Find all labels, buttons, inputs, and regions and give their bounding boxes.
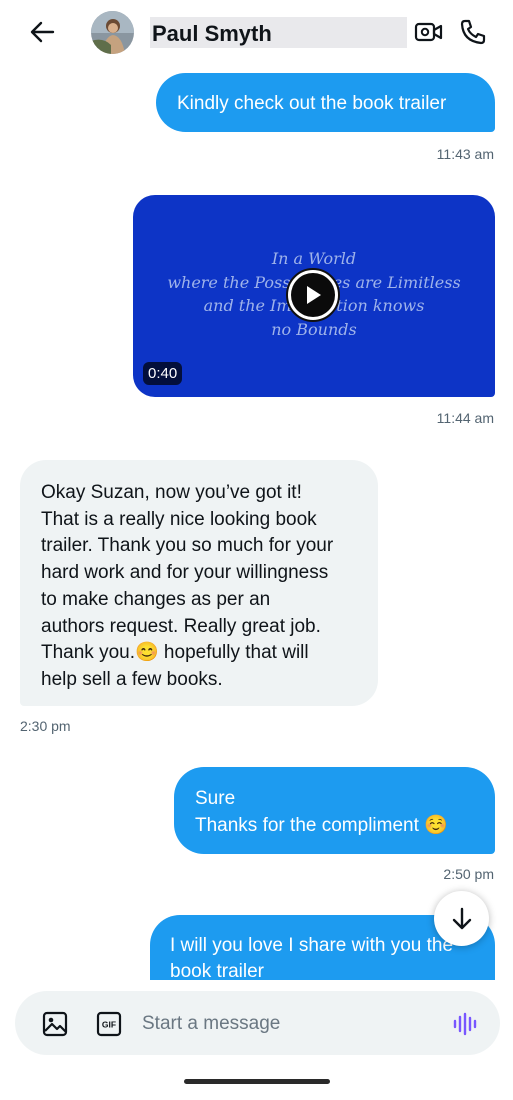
voice-message-button[interactable] bbox=[450, 1009, 480, 1039]
message-timestamp: 2:50 pm bbox=[443, 866, 494, 882]
message-timestamp: 2:30 pm bbox=[20, 718, 71, 734]
message-text: Kindly check out the book trailer bbox=[177, 93, 447, 114]
voice-waveform-icon bbox=[453, 1012, 477, 1036]
overlay-line: In a World bbox=[271, 249, 357, 268]
message-line: to make changes as per an bbox=[41, 588, 271, 610]
gif-label: GIF bbox=[102, 1020, 116, 1030]
avatar[interactable] bbox=[91, 11, 134, 54]
message-line: Thanks for the compliment ☺️ bbox=[195, 815, 448, 836]
message-line: I will you love I share with you the bbox=[170, 935, 454, 956]
chat-header: Paul Smyth bbox=[0, 0, 513, 66]
message-timestamp: 11:43 am bbox=[436, 146, 494, 162]
message-line: Sure bbox=[195, 788, 236, 809]
scroll-to-bottom-button[interactable] bbox=[434, 891, 489, 946]
back-button[interactable] bbox=[24, 14, 60, 50]
outgoing-message[interactable]: Sure Thanks for the compliment ☺️ bbox=[174, 767, 495, 854]
phone-call-button[interactable] bbox=[456, 14, 490, 50]
message-input[interactable] bbox=[142, 1012, 422, 1036]
arrow-left-icon bbox=[30, 21, 55, 43]
message-composer: GIF bbox=[15, 991, 500, 1055]
message-line: book trailer bbox=[170, 961, 264, 980]
arrow-down-icon bbox=[452, 907, 471, 929]
video-call-button[interactable] bbox=[412, 14, 446, 50]
message-line: trailer. Thank you so much for your bbox=[41, 535, 334, 557]
gif-icon: GIF bbox=[96, 1011, 122, 1037]
video-duration: 0:40 bbox=[143, 362, 183, 385]
home-indicator[interactable] bbox=[184, 1079, 330, 1084]
message-line: help sell a few books. bbox=[41, 668, 223, 690]
outgoing-message[interactable]: Kindly check out the book trailer bbox=[156, 73, 495, 132]
media-button[interactable] bbox=[41, 1010, 69, 1038]
play-button[interactable] bbox=[286, 268, 340, 322]
message-line: Okay Suzan, now you’ve got it! bbox=[41, 482, 302, 503]
gif-button[interactable]: GIF bbox=[96, 1011, 122, 1037]
image-icon bbox=[42, 1011, 68, 1037]
contact-name: Paul Smyth bbox=[152, 21, 272, 46]
video-call-icon bbox=[414, 22, 443, 42]
message-timestamp: 11:44 am bbox=[436, 410, 494, 426]
play-icon bbox=[307, 286, 321, 304]
message-line: hard work and for your willingness bbox=[41, 562, 329, 584]
message-line: Thank you.😊 hopefully that will bbox=[41, 642, 309, 664]
video-attachment[interactable]: In a World where the Possibilities are L… bbox=[133, 195, 495, 397]
incoming-message[interactable]: Okay Suzan, now you’ve got it! That is a… bbox=[20, 460, 378, 706]
contact-name-field[interactable]: Paul Smyth bbox=[150, 17, 407, 48]
message-line: That is a really nice looking book bbox=[41, 508, 317, 530]
phone-call-icon bbox=[460, 19, 486, 45]
message-line: authors request. Really great job. bbox=[41, 615, 321, 637]
